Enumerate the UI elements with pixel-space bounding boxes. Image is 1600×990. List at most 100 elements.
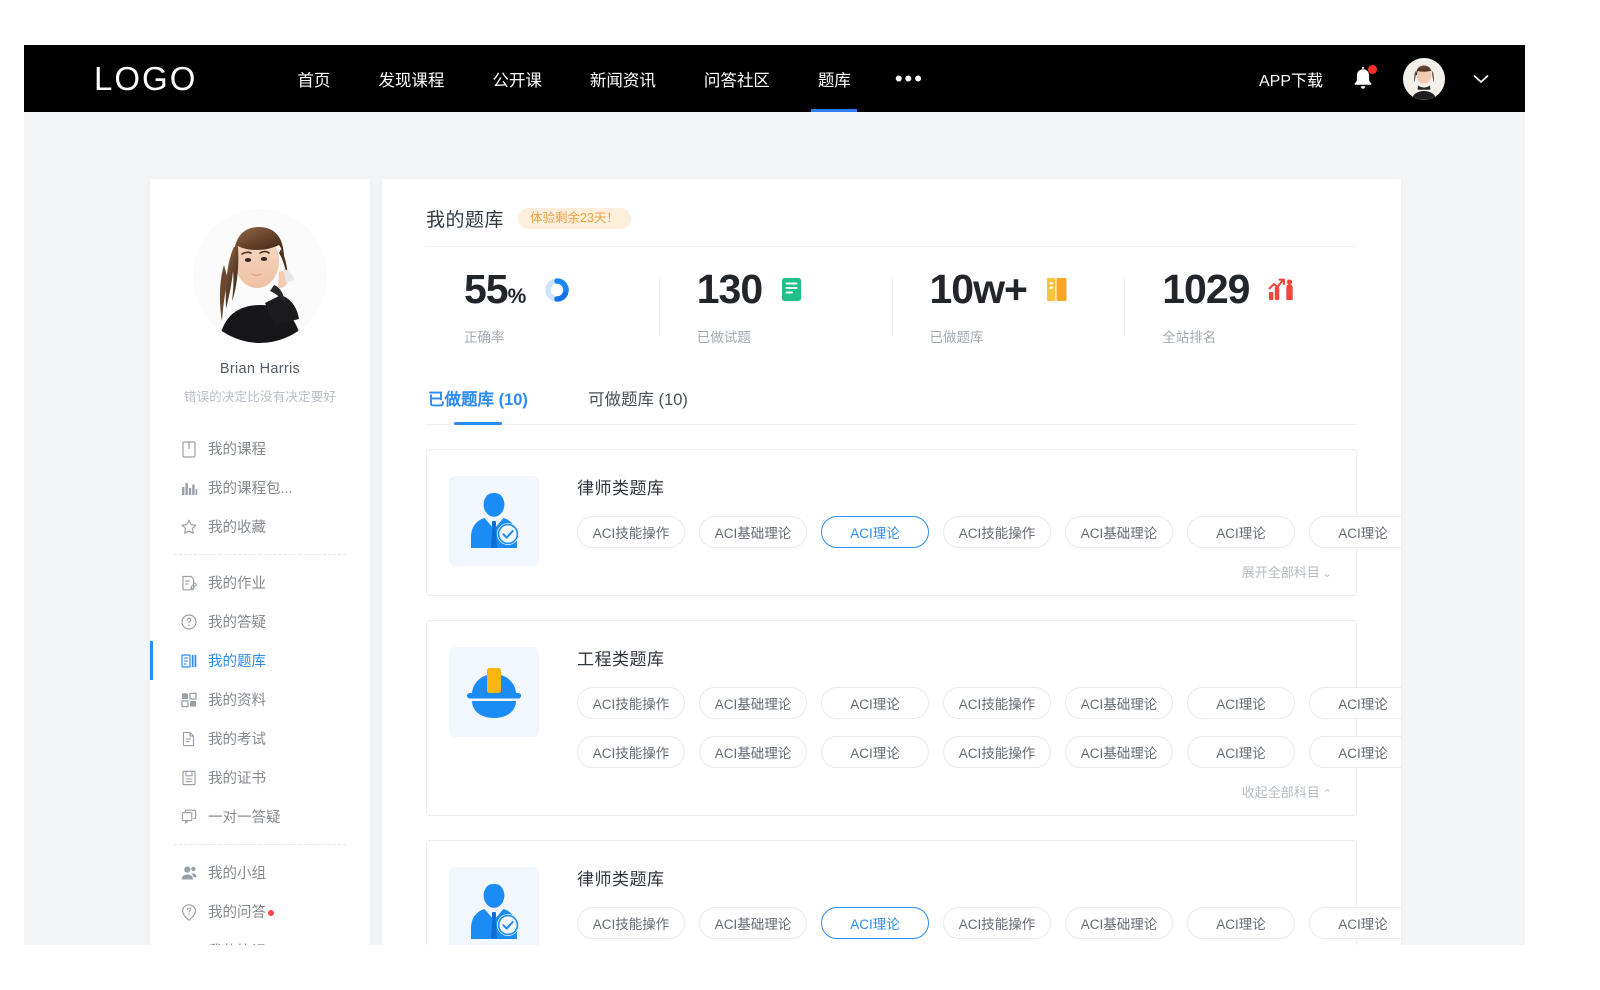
subject-tag[interactable]: ACI技能操作 [943, 687, 1051, 719]
subject-tag[interactable]: ACI基础理论 [699, 907, 807, 939]
user-avatar [1403, 58, 1445, 100]
qa-icon [180, 903, 198, 921]
sidebar-item-label: 我的证书 [208, 767, 266, 788]
subject-tag[interactable]: ACI理论 [821, 736, 929, 768]
subject-tag[interactable]: ACI基础理论 [699, 516, 807, 548]
subject-tag[interactable]: ACI理论 [1187, 736, 1295, 768]
nav-item-1[interactable]: 发现课程 [354, 45, 468, 112]
sidebar-item-14[interactable]: 我的笔记 [150, 931, 370, 945]
user-avatar-button[interactable] [1403, 58, 1445, 100]
subject-tag[interactable]: ACI理论 [1187, 516, 1295, 548]
profile-sidebar: Brian Harris 错误的决定比没有决定要好 我的课程我的课程包...我的… [150, 179, 370, 945]
subject-tag[interactable]: ACI基础理论 [1065, 687, 1173, 719]
card-thumbnail [449, 476, 539, 566]
subject-tag[interactable]: ACI理论 [821, 687, 929, 719]
unread-dot [268, 910, 274, 916]
toggle-caret-icon: ⌃ [1323, 788, 1332, 800]
red-rank-icon [1267, 276, 1295, 303]
site-logo[interactable]: LOGO [94, 62, 197, 95]
chevron-down-icon[interactable] [1473, 74, 1489, 84]
subject-tag[interactable]: ACI理论 [821, 516, 929, 548]
app-download-link[interactable]: APP下载 [1259, 67, 1323, 91]
subject-tag[interactable]: ACI理论 [1309, 516, 1401, 548]
question-bank-card[interactable]: 律师类题库ACI技能操作ACI基础理论ACI理论ACI技能操作ACI基础理论AC… [426, 449, 1357, 596]
question-bank-card[interactable]: 律师类题库 ACI技能操作 ACI基础理论 ACI理论 ACI技能操作 ACI基础理论 AC… [426, 840, 1357, 945]
profile-avatar-image [193, 209, 327, 343]
sidebar-item-4[interactable]: 我的作业 [150, 563, 370, 602]
nav-item-3[interactable]: 新闻资讯 [566, 45, 680, 112]
card-body: 工程类题库ACI技能操作ACI基础理论ACI理论ACI技能操作ACI基础理论AC… [577, 643, 1332, 801]
subject-tag[interactable]: ACI基础理论 [1065, 516, 1173, 548]
subject-tag[interactable]: ACI技能操作 [943, 736, 1051, 768]
subject-tag[interactable]: ACI技能操作 [577, 687, 685, 719]
sidebar-item-5[interactable]: 我的答疑 [150, 602, 370, 641]
subject-tag-row: ACI技能操作ACI基础理论ACI理论ACI技能操作ACI基础理论ACI理论AC… [577, 516, 1332, 548]
stat-number: 1029 [1162, 266, 1249, 312]
certificate-icon [180, 769, 198, 787]
helmet-icon [463, 664, 525, 720]
subject-tag[interactable]: ACI理论 [1187, 687, 1295, 719]
nav-item-2[interactable]: 公开课 [468, 45, 566, 112]
toggle-subjects-link[interactable]: 展开全部科目⌄ [577, 562, 1332, 581]
book-icon [180, 440, 198, 458]
profile-avatar[interactable] [193, 209, 327, 343]
question-bank-icon [180, 652, 198, 670]
subject-tag[interactable]: ACI理论 [1309, 736, 1401, 768]
subject-tag[interactable]: ACI基础理论 [699, 687, 807, 719]
sidebar-item-label: 我的笔记 [208, 940, 266, 945]
nav-more-button[interactable]: ••• [875, 45, 944, 112]
lawyer-icon [461, 879, 527, 945]
sidebar-item-0[interactable]: 我的课程 [150, 429, 370, 468]
nav-item-5[interactable]: 题库 [794, 45, 875, 112]
subject-tag[interactable]: ACI基础理论 [1065, 736, 1173, 768]
files-icon [180, 691, 198, 709]
sidebar-item-6[interactable]: 我的题库 [150, 641, 370, 680]
question-circle-icon [180, 613, 198, 631]
group-icon [180, 864, 198, 882]
sidebar-item-label: 我的答疑 [208, 611, 266, 632]
subject-tag[interactable]: ACI技能操作 [577, 516, 685, 548]
sidebar-item-label: 我的课程 [208, 438, 266, 459]
sidebar-item-2[interactable]: 我的收藏 [150, 507, 370, 546]
subject-tag[interactable]: ACI理论 [821, 907, 929, 939]
toggle-subjects-label: 展开全部科目 [1242, 565, 1320, 580]
sidebar-item-7[interactable]: 我的资料 [150, 680, 370, 719]
donut-chart-icon [543, 276, 571, 304]
nav-item-0[interactable]: 首页 [273, 45, 354, 112]
notification-bell-button[interactable] [1351, 66, 1375, 92]
card-title: 律师类题库 [577, 865, 1332, 890]
lawyer-icon [461, 488, 527, 554]
toggle-subjects-link[interactable]: 收起全部科目⌃ [577, 782, 1332, 801]
toggle-subjects-label: 收起全部科目 [1242, 785, 1320, 800]
subject-tag[interactable]: ACI理论 [1309, 907, 1401, 939]
subject-tag[interactable]: ACI基础理论 [1065, 907, 1173, 939]
sidebar-item-9[interactable]: 我的证书 [150, 758, 370, 797]
subject-tag[interactable]: ACI技能操作 [943, 516, 1051, 548]
sidebar-item-12[interactable]: 我的小组 [150, 853, 370, 892]
subject-tag[interactable]: ACI理论 [1187, 907, 1295, 939]
nav-item-4[interactable]: 问答社区 [680, 45, 794, 112]
question-bank-card[interactable]: 工程类题库ACI技能操作ACI基础理论ACI理论ACI技能操作ACI基础理论AC… [426, 620, 1357, 816]
note-icon [180, 942, 198, 946]
subject-tag[interactable]: ACI理论 [1309, 687, 1401, 719]
sidebar-item-10[interactable]: 一对一答疑 [150, 797, 370, 836]
subject-tag-row: ACI技能操作ACI基础理论ACI理论ACI技能操作ACI基础理论ACI理论AC… [577, 907, 1332, 939]
stat-label: 已做题库 [930, 326, 1125, 346]
tab-0[interactable]: 已做题库 (10) [426, 376, 530, 424]
chat-icon [180, 808, 198, 826]
menu-divider [174, 554, 346, 555]
yellow-book-icon [1045, 276, 1071, 304]
stat-1: 130已做试题 [659, 269, 892, 346]
sidebar-item-13[interactable]: 我的问答 [150, 892, 370, 931]
question-bank-icon [180, 652, 198, 670]
subject-tag[interactable]: ACI技能操作 [577, 907, 685, 939]
tab-1[interactable]: 可做题库 (10) [586, 376, 690, 424]
subject-tag[interactable]: ACI技能操作 [943, 907, 1051, 939]
subject-tag[interactable]: ACI技能操作 [577, 736, 685, 768]
sidebar-item-1[interactable]: 我的课程包... [150, 468, 370, 507]
subject-tag[interactable]: ACI基础理论 [699, 736, 807, 768]
stat-2: 10w+已做题库 [892, 269, 1125, 346]
sidebar-item-8[interactable]: 我的考试 [150, 719, 370, 758]
green-doc-icon [780, 276, 804, 303]
stat-value-row: 130 [697, 269, 892, 310]
